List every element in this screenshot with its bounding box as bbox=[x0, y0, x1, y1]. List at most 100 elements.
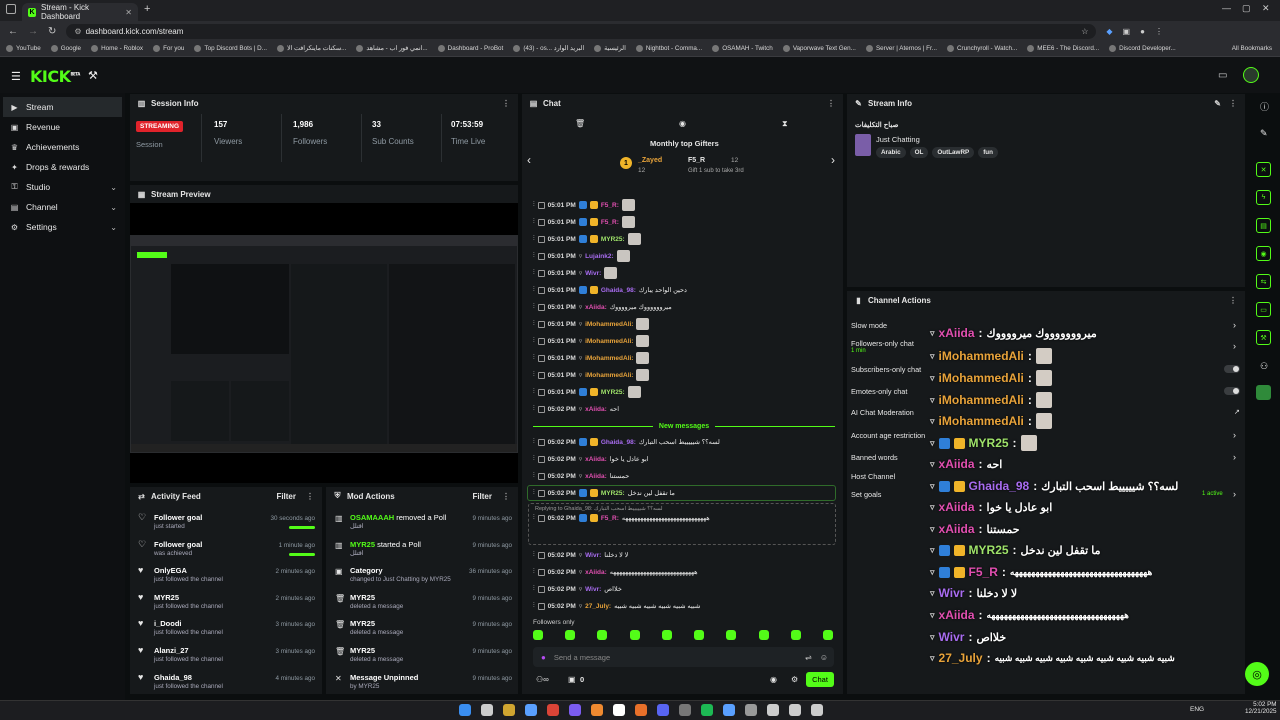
pin-icon[interactable]: ⫶ bbox=[533, 286, 535, 294]
stream-info-menu-icon[interactable]: ⋮ bbox=[1229, 99, 1237, 108]
activity-filter-button[interactable]: Filter bbox=[276, 492, 296, 501]
chat-bubble-icon[interactable]: ◉ bbox=[679, 119, 686, 128]
bookmark-item[interactable]: Google bbox=[50, 45, 81, 52]
back-icon[interactable]: ← bbox=[8, 26, 18, 37]
timeout-icon[interactable] bbox=[537, 551, 545, 559]
banned-words-chevron-icon[interactable]: › bbox=[1233, 452, 1236, 462]
mod-user[interactable]: MYR25 bbox=[350, 540, 375, 549]
message-username[interactable]: Wivr: bbox=[585, 270, 601, 277]
mod-action-item[interactable]: ▥ OSAMAAAH removed a Poll اقتلل 9 minutes a… bbox=[330, 511, 516, 538]
taskbar-steam-icon[interactable] bbox=[613, 704, 625, 716]
browser-menu-icon[interactable]: ⋮ bbox=[1155, 27, 1163, 36]
chevron-down-icon[interactable]: ⌄ bbox=[110, 203, 117, 212]
timeout-icon[interactable] bbox=[537, 405, 545, 413]
ai-moderation-icon[interactable]: ↗ bbox=[1234, 408, 1240, 416]
pin-icon[interactable]: ⫶ bbox=[533, 455, 535, 463]
pin-icon[interactable]: ⫶ bbox=[533, 568, 535, 576]
activity-item[interactable]: ♥ Alanzi_27 just followed the channel 3 min… bbox=[133, 644, 319, 671]
message-username[interactable]: iMohammedAli: bbox=[585, 321, 633, 328]
chat-message[interactable]: ⫶ 05:02 PM ▿ xAiida: حمستنا bbox=[533, 469, 833, 483]
slow-mode-chevron-icon[interactable]: › bbox=[1233, 320, 1236, 330]
rail-wrench-icon[interactable]: ⚒ bbox=[1256, 330, 1271, 345]
edit-stream-icon[interactable]: ✎ bbox=[1214, 99, 1221, 108]
sidebar-item-studio[interactable]: ⚿ Studio ⌄ bbox=[0, 177, 125, 197]
timeout-icon[interactable] bbox=[537, 602, 545, 610]
channel-actions-menu-icon[interactable]: ⋮ bbox=[1229, 296, 1237, 305]
chat-message[interactable]: ⫶ 05:01 PM ▿ iMohammedAli: bbox=[533, 334, 833, 348]
stream-preview-video[interactable] bbox=[130, 235, 518, 453]
bookmark-item[interactable]: Home - Roblox bbox=[91, 45, 143, 52]
chat-message[interactable]: ⫶ 05:01 PM ▿ iMohammedAli: bbox=[533, 351, 833, 365]
mod-filter-button[interactable]: Filter bbox=[472, 492, 492, 501]
message-username[interactable]: Ghaida_98: bbox=[601, 287, 636, 294]
timeout-icon[interactable] bbox=[537, 269, 545, 277]
timeout-icon[interactable] bbox=[537, 252, 545, 260]
pin-icon[interactable]: ⫶ bbox=[533, 371, 535, 379]
sidebar-item-achievements[interactable]: ♛ Achievements bbox=[0, 137, 125, 157]
translate-icon[interactable]: ⇌ bbox=[805, 653, 812, 662]
reload-icon[interactable]: ↻ bbox=[48, 26, 56, 37]
rail-avatar-icon[interactable] bbox=[1256, 385, 1271, 400]
stream-tag[interactable]: Arabic bbox=[876, 147, 906, 158]
mod-menu-icon[interactable]: ⋮ bbox=[502, 492, 510, 501]
quick-emote-icon[interactable] bbox=[790, 630, 801, 640]
set-goals-chevron-icon[interactable]: › bbox=[1233, 489, 1236, 499]
taskbar-obs-icon[interactable] bbox=[679, 704, 691, 716]
chat-message[interactable]: ⫶ 05:02 PM ▿ xAiida: احه bbox=[533, 402, 833, 416]
chat-message[interactable]: ⫶ 05:01 PM ▿ xAiida: ميرووووووك ميرووووك bbox=[533, 300, 833, 314]
site-info-icon[interactable]: ⚙ bbox=[74, 27, 81, 36]
chat-message[interactable]: ⫶ 05:01 PM ▿ iMohammedAli: bbox=[533, 317, 833, 331]
chat-input[interactable]: ● Send a message ⇌ ☺ bbox=[533, 647, 834, 667]
bookmark-item[interactable]: Top Discord Bots | D... bbox=[194, 45, 267, 52]
activity-item[interactable]: ♥ MYR25 just followed the channel 2 minutes… bbox=[133, 591, 319, 618]
bookmark-item[interactable]: OSAMAH - Twitch bbox=[712, 45, 773, 52]
rail-note-icon[interactable]: ▤ bbox=[1256, 218, 1271, 233]
timeout-icon[interactable] bbox=[537, 218, 545, 226]
all-bookmarks-button[interactable]: All Bookmarks bbox=[1232, 45, 1272, 52]
channel-action-subscribers-only-chat[interactable]: Subscribers-only chat bbox=[851, 365, 921, 374]
chat-message[interactable]: ⫶ 05:01 PM MYR25: bbox=[533, 232, 833, 246]
close-window-icon[interactable]: ✕ bbox=[1262, 3, 1270, 14]
chat-message[interactable]: ⫶ 05:02 PM ▿ xAiida: ابو عادل يا خوا bbox=[533, 452, 833, 466]
chat-message[interactable]: ⫶ 05:02 PM F5_R: هههههههههههههههههههههههههه… bbox=[533, 511, 833, 525]
pin-icon[interactable]: ⫶ bbox=[533, 337, 535, 345]
taskbar-tor-icon[interactable] bbox=[657, 704, 669, 716]
mod-action-item[interactable]: 🗑 MYR25 deleted a message 9 minutes ago bbox=[330, 644, 516, 671]
taskbar-search-icon[interactable] bbox=[481, 704, 493, 716]
quick-emote-icon[interactable] bbox=[533, 630, 543, 640]
chat-message[interactable]: ⫶ 05:01 PM F5_R: bbox=[533, 215, 833, 229]
gifter-1-name[interactable]: _Zayed bbox=[638, 157, 662, 164]
pin-icon[interactable]: ⫶ bbox=[533, 472, 535, 480]
activity-item[interactable]: ♥ OnlyEGA just followed the channel 2 minut… bbox=[133, 564, 319, 591]
chat-message[interactable]: ⫶ 05:02 PM Ghaida_98: لسه؟؟ شيييييط اسحب ال… bbox=[533, 435, 833, 449]
sidebar-item-revenue[interactable]: ▣ Revenue bbox=[0, 117, 125, 137]
bookmark-item[interactable]: سكنات ماينكرافت الا... bbox=[276, 45, 346, 52]
channel-action-banned-words[interactable]: Banned words bbox=[851, 453, 898, 462]
mod-action-item[interactable]: ▥ MYR25 started a Poll اقتلل 9 minutes ago bbox=[330, 538, 516, 565]
chat-message[interactable]: ⫶ 05:01 PM MYR25: bbox=[533, 385, 833, 399]
hourglass-icon[interactable]: ⧗ bbox=[782, 119, 788, 129]
channel-action-emotes-only-chat[interactable]: Emotes-only chat bbox=[851, 387, 907, 396]
mod-action-item[interactable]: ▣ Category changed to Just Chatting by MYR… bbox=[330, 564, 516, 591]
bookmark-star-icon[interactable]: ☆ bbox=[1081, 27, 1088, 36]
activity-item[interactable]: ♥ i_Doodi just followed the channel 3 minut… bbox=[133, 617, 319, 644]
stream-tag[interactable]: fun bbox=[978, 147, 998, 158]
rail-bolt-icon[interactable]: ϟ bbox=[1256, 190, 1271, 205]
bookmark-item[interactable]: الرئيسية bbox=[594, 45, 626, 52]
channel-action-host-channel[interactable]: Host Channel bbox=[851, 472, 895, 481]
pin-icon[interactable]: ⫶ bbox=[533, 269, 535, 277]
gifter-2-name[interactable]: F5_R bbox=[688, 157, 705, 164]
maximize-icon[interactable]: ▢ bbox=[1242, 3, 1251, 14]
taskbar-terminal-icon[interactable] bbox=[745, 704, 757, 716]
message-username[interactable]: 27_July: bbox=[585, 603, 611, 610]
extensions-puzzle-icon[interactable]: ▣ bbox=[1123, 27, 1131, 36]
stream-tag[interactable]: OL bbox=[909, 147, 929, 158]
quick-emote-icon[interactable] bbox=[629, 630, 640, 640]
pin-icon[interactable]: ⫶ bbox=[533, 201, 535, 209]
timeout-icon[interactable] bbox=[537, 472, 545, 480]
timeout-icon[interactable] bbox=[537, 235, 545, 243]
taskbar-file-explorer-icon[interactable] bbox=[503, 704, 515, 716]
channel-action-slow-mode[interactable]: Slow mode bbox=[851, 321, 887, 330]
pin-icon[interactable]: ⫶ bbox=[533, 303, 535, 311]
chat-message[interactable]: ⫶ 05:02 PM MYR25: ما تقفل لين ندخل bbox=[533, 486, 833, 500]
